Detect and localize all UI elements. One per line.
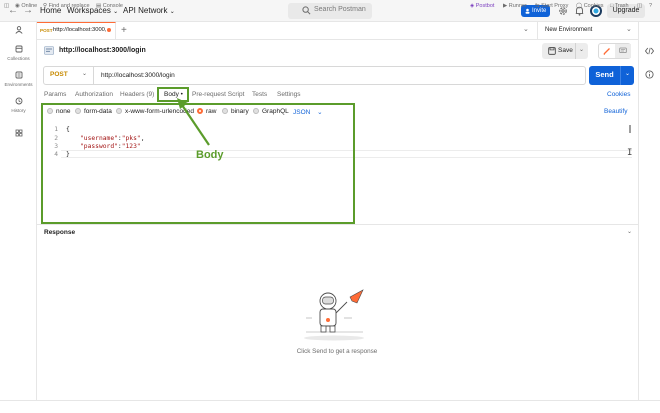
empty-response-message: Click Send to get a response (296, 348, 378, 355)
postbot-button[interactable]: ◈ Postbot (470, 3, 494, 9)
find-replace-button[interactable]: ⚲ Find and replace (43, 3, 90, 9)
sidebar-toggle[interactable]: ◫ (4, 3, 9, 9)
sidebar-item-collections[interactable]: Collections (0, 45, 37, 61)
text-cursor-icon: I (627, 148, 633, 158)
layout-icon: ◫ (4, 3, 10, 9)
chevron-down-icon[interactable]: ⌄ (626, 25, 632, 33)
tab-tests[interactable]: Tests (252, 91, 267, 98)
sidebar-item-apps[interactable] (0, 129, 37, 139)
arrow-annotation-icon (177, 98, 210, 146)
sidebar-item-history[interactable]: History (0, 97, 37, 113)
chevron-down-icon[interactable]: ⌄ (625, 70, 630, 77)
trash-icon: □ (610, 3, 614, 9)
runner-button[interactable]: ▶ Runner (503, 3, 527, 9)
sidebar-item-account[interactable] (0, 26, 37, 36)
unsaved-dot-icon (107, 28, 111, 32)
pencil-icon[interactable] (603, 47, 611, 55)
request-title[interactable]: http://localhost:3000/login (59, 47, 146, 54)
help-icon: ? (649, 3, 653, 9)
divider (575, 43, 576, 59)
response-header (37, 224, 638, 240)
collections-icon (15, 45, 22, 53)
tabs-dropdown-icon[interactable]: ⌄ (523, 25, 529, 33)
chevron-down-icon[interactable]: ⌄ (579, 46, 584, 53)
search-icon: ⚲ (43, 3, 48, 9)
sidebar-item-environments[interactable]: Environments (0, 71, 37, 87)
astronaut-illustration-icon (304, 289, 364, 341)
chevron-down-icon: ⌄ (169, 9, 175, 15)
url-input[interactable]: http://localhost:3000/login (101, 72, 175, 79)
comment-icon (619, 47, 627, 53)
divider (620, 66, 621, 85)
environment-icon (15, 71, 22, 79)
help-button[interactable]: ? (649, 3, 652, 9)
online-status[interactable]: ◉ Online (15, 3, 37, 9)
postbot-icon: ◈ (470, 3, 475, 9)
two-pane-icon: ◫ (637, 3, 643, 9)
tab-settings[interactable]: Settings (277, 91, 301, 98)
cookies-button[interactable]: ◯ Cookies (576, 3, 604, 9)
layout-toggle[interactable]: ◫ (637, 3, 642, 9)
user-icon (14, 26, 23, 34)
save-icon (548, 47, 556, 55)
view-toggle-group (598, 43, 631, 59)
beautify-link[interactable]: Beautify (604, 108, 628, 115)
search-icon (302, 6, 311, 15)
annotation-label: Body (196, 149, 224, 161)
info-icon[interactable] (645, 70, 654, 79)
divider (537, 22, 538, 40)
cookies-link[interactable]: Cookies (607, 91, 630, 98)
console-icon: ▤ (96, 3, 102, 9)
tab-authorization[interactable]: Authorization (75, 91, 113, 98)
environment-select[interactable]: New Environment (545, 27, 592, 33)
save-button[interactable]: Save ⌄ (542, 43, 588, 59)
cookie-icon: ◯ (576, 3, 583, 9)
send-button[interactable]: Send ⌄ (589, 66, 634, 85)
online-icon: ◉ (15, 3, 20, 9)
start-proxy-button[interactable]: ⇆ Start Proxy (535, 3, 568, 9)
history-icon (15, 97, 22, 105)
tab-headers[interactable]: Headers (9) (120, 91, 154, 98)
response-title: Response (44, 229, 76, 236)
status-bar (0, 400, 660, 413)
add-tab-icon[interactable]: + (121, 25, 127, 36)
console-button[interactable]: ▤ Console (96, 3, 123, 9)
url-bar: POST ⌄ http://localhost:3000/login (43, 66, 586, 85)
code-icon[interactable] (645, 47, 654, 55)
request-tab[interactable]: POST http://localhost:3000, (37, 22, 116, 40)
grid-icon (15, 129, 22, 137)
chevron-down-icon: ⌄ (82, 71, 88, 77)
trash-button[interactable]: □ Trash (610, 3, 629, 9)
tab-params[interactable]: Params (44, 91, 66, 98)
editor-scrollbar[interactable] (629, 125, 631, 133)
api-network-menu[interactable]: API Network ⌄ (123, 6, 175, 15)
search-input[interactable]: Search Postman (288, 3, 372, 19)
chevron-down-icon: ⌄ (113, 9, 119, 15)
proxy-icon: ⇆ (535, 3, 540, 9)
method-select[interactable]: POST ⌄ (44, 67, 94, 84)
runner-icon: ▶ (503, 3, 508, 9)
http-request-icon (44, 46, 54, 55)
chevron-down-icon[interactable]: ⌄ (627, 228, 632, 235)
